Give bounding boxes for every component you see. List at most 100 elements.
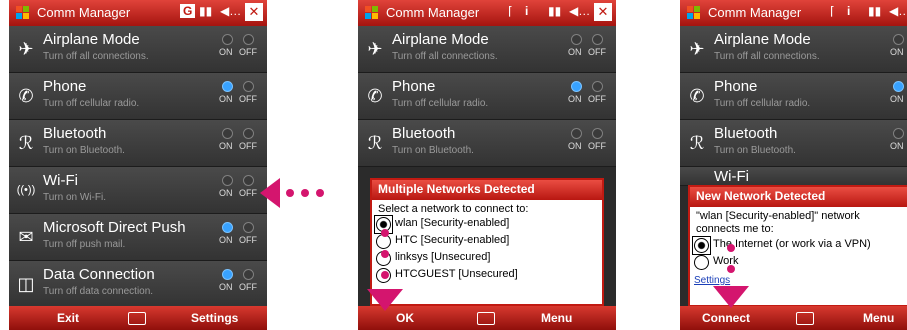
on-off-toggle[interactable]: ONOFF	[566, 34, 610, 64]
dialog-title: Multiple Networks Detected	[372, 180, 602, 200]
signal-icon[interactable]: ▮▮	[548, 4, 561, 18]
list-item-1[interactable]: ✆PhoneTurn off cellular radio.ONOFF	[680, 73, 907, 120]
volume-icon[interactable]: ◀…	[569, 4, 590, 18]
network-option[interactable]: wlan [Security-enabled]	[374, 215, 602, 234]
connect-soft-key[interactable]: Connect	[702, 311, 750, 325]
wifi-icon: ((•))	[16, 184, 36, 196]
list-item-1[interactable]: ✆PhoneTurn off cellular radio.ONOFF	[358, 73, 616, 120]
network-option[interactable]: linksys [Unsecured]	[376, 250, 602, 267]
list-item-2[interactable]: ℛBluetoothTurn on Bluetooth.ONOFF	[358, 120, 616, 167]
row-description: Turn on Bluetooth.	[43, 145, 125, 156]
toggle-on-indicator	[222, 269, 233, 280]
signal-icon[interactable]: ▮▮	[868, 4, 881, 18]
radio-button[interactable]	[692, 236, 711, 255]
on-off-toggle[interactable]: ONOFF	[217, 81, 261, 111]
connectivity-icon[interactable]: ⌈	[830, 4, 835, 18]
airplane-icon: ✈	[367, 39, 383, 59]
list-item-2[interactable]: ℛBluetoothTurn on Bluetooth.ONOFF	[680, 120, 907, 167]
toggle-on-indicator	[222, 175, 233, 186]
toggle-off-indicator	[243, 269, 254, 280]
row-name: Data Connection	[43, 266, 155, 283]
list-item-3[interactable]: ((•)) Wi-Fi Turn on Wi-Fi. ON OFF	[9, 167, 267, 214]
list-item-2[interactable]: ℛBluetoothTurn on Bluetooth.ONOFF	[9, 120, 267, 167]
on-off-toggle[interactable]: ON OFF	[566, 81, 610, 111]
on-off-toggle[interactable]: ONOFF	[217, 128, 261, 158]
close-icon[interactable]: ✕	[245, 3, 263, 21]
close-icon[interactable]: ✕	[594, 3, 612, 21]
list-item-0[interactable]: ✈ Airplane Mode Turn off all connections. O…	[680, 26, 907, 73]
list-item-0[interactable]: ✈ Airplane Mode Turn off all connections. O…	[358, 26, 616, 73]
toggle-on-label: ON	[219, 188, 233, 198]
row-description: Turn on Wi-Fi.	[43, 192, 106, 203]
radio-button[interactable]	[694, 255, 709, 270]
toggle-on-indicator	[893, 81, 904, 92]
airplane-icon: ✈	[18, 39, 34, 59]
app-title: Comm Manager	[386, 5, 480, 20]
windows-start-icon[interactable]	[15, 5, 31, 21]
network-option[interactable]: The Internet (or work via a VPN)	[692, 236, 907, 255]
soft-key-bar: Exit Settings	[9, 306, 267, 330]
list-item-1[interactable]: ✆PhoneTurn off cellular radio.ONOFF	[9, 73, 267, 120]
toggle-off-indicator	[243, 81, 254, 92]
title-bar: Comm Manager ⌈ i ▮▮ ◀…	[680, 0, 907, 26]
app-title: Comm Manager	[708, 5, 802, 20]
phone-icon: ✆	[367, 86, 383, 106]
volume-icon[interactable]: ◀…	[220, 4, 241, 18]
title-bar: Comm Manager G ▮▮ ◀… ✕	[9, 0, 267, 26]
connectivity-icon[interactable]: ⌈	[508, 4, 513, 18]
on-off-toggle[interactable]: ONOFF	[888, 128, 907, 158]
menu-soft-key[interactable]: Menu	[863, 311, 894, 325]
network-option[interactable]: HTCGUEST [Unsecured]	[376, 267, 602, 284]
comm-manager-screen-1: Comm Manager G ▮▮ ◀… ✕ ✈ Airplane Mode Tur…	[9, 0, 267, 330]
on-off-toggle[interactable]: ONOFF	[217, 222, 261, 252]
toggle-on-label: ON	[568, 94, 582, 104]
phone-icon: ✆	[689, 86, 705, 106]
gprs-status: G	[180, 4, 196, 18]
settings-link[interactable]: Settings	[694, 275, 907, 286]
toggle-off-label: OFF	[588, 47, 606, 57]
bluetooth-icon: ℛ	[18, 133, 34, 153]
toggle-off-label: OFF	[588, 94, 606, 104]
on-off-toggle[interactable]: ONOFF	[888, 34, 907, 64]
on-off-toggle[interactable]: ONOFF	[566, 128, 610, 158]
toggle-off-indicator	[243, 34, 254, 45]
toggle-off-indicator	[243, 175, 254, 186]
on-off-toggle[interactable]: ONOFF	[217, 269, 261, 299]
row-description: Turn on Bluetooth.	[392, 145, 474, 156]
on-off-toggle[interactable]: ONOFF	[217, 175, 261, 205]
option-label: linksys [Unsecured]	[395, 251, 491, 263]
toggle-off-indicator	[592, 128, 603, 139]
windows-start-icon[interactable]	[686, 5, 702, 21]
list-item-0[interactable]: ✈ Airplane Mode Turn off all connections. O…	[9, 26, 267, 73]
settings-soft-key[interactable]: Settings	[191, 311, 238, 325]
list-item-5[interactable]: ◫ Data Connection Turn off data connection…	[9, 261, 267, 308]
toggle-on-label: ON	[890, 47, 904, 57]
exit-soft-key[interactable]: Exit	[57, 311, 79, 325]
signal-icon[interactable]: ▮▮	[199, 4, 212, 18]
row-name: Airplane Mode	[43, 31, 140, 48]
row-name: Airplane Mode	[392, 31, 489, 48]
keyboard-icon[interactable]	[128, 312, 146, 325]
menu-soft-key[interactable]: Menu	[541, 311, 572, 325]
list-item-partial[interactable]: Wi-Fi	[680, 167, 907, 186]
info-icon[interactable]: i	[847, 4, 850, 18]
list-item-4[interactable]: ✉ Microsoft Direct Push Turn off push mail…	[9, 214, 267, 261]
toggle-on-indicator	[571, 128, 582, 139]
toggle-on-indicator	[571, 81, 582, 92]
windows-start-icon[interactable]	[364, 5, 380, 21]
info-icon[interactable]: i	[525, 4, 528, 18]
on-off-toggle[interactable]: ONOFF	[888, 81, 907, 111]
volume-icon[interactable]: ◀…	[889, 4, 907, 18]
toggle-on-label: ON	[890, 141, 904, 151]
toggle-on-label: ON	[219, 141, 233, 151]
keyboard-icon[interactable]	[477, 312, 495, 325]
ok-soft-key[interactable]: OK	[396, 311, 414, 325]
keyboard-icon[interactable]	[796, 312, 814, 325]
app-title: Comm Manager	[37, 5, 131, 20]
toggle-on-indicator	[893, 128, 904, 139]
on-off-toggle[interactable]: ONOFF	[217, 34, 261, 64]
network-option[interactable]: Work	[694, 254, 907, 271]
network-option[interactable]: HTC [Security-enabled]	[376, 233, 602, 250]
toggle-off-label: OFF	[239, 282, 257, 292]
toggle-off-indicator	[243, 222, 254, 233]
